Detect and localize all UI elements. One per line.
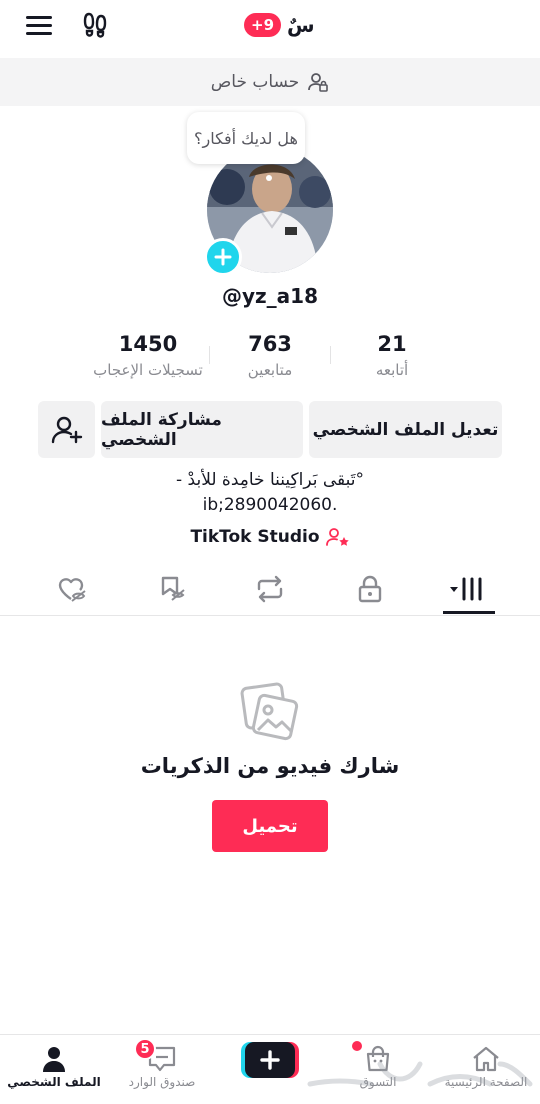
tab-reposts[interactable]: [230, 562, 310, 616]
create-button[interactable]: [241, 1042, 299, 1078]
add-avatar-button[interactable]: [204, 238, 242, 276]
user-lock-icon: [308, 73, 329, 92]
share-profile-button[interactable]: مشاركة الملف الشخصي: [101, 401, 303, 458]
bookmark-hidden-icon: [161, 576, 185, 601]
ideas-bubble[interactable]: هل لديك أفكار؟: [187, 112, 305, 164]
likes-label: تسجيلات الإعجاب: [93, 361, 203, 379]
tiktok-studio-link[interactable]: TikTok Studio: [0, 526, 540, 548]
stat-likes[interactable]: 1450 تسجيلات الإعجاب: [78, 330, 218, 382]
nav-home[interactable]: الصفحة الرئيسية: [432, 1035, 540, 1104]
page-title: سٌ: [287, 13, 315, 37]
edit-profile-button[interactable]: تعديل الملف الشخصي: [309, 401, 502, 458]
following-label: أتابعه: [375, 361, 409, 379]
notification-badge: +9: [244, 13, 282, 37]
profile-icon: [43, 1047, 65, 1072]
tab-favorites[interactable]: [132, 562, 212, 616]
followers-count: 763: [248, 332, 292, 356]
menu-icon[interactable]: [24, 12, 54, 38]
lock-icon: [358, 575, 382, 603]
footprints-icon[interactable]: [80, 10, 110, 40]
photos-icon: [240, 682, 299, 741]
stat-followers[interactable]: 763 متابعين: [200, 330, 340, 382]
repost-icon: [257, 575, 283, 603]
likes-count: 1450: [118, 332, 178, 356]
nav-inbox-label: صندوق الوارد: [128, 1075, 196, 1089]
creator-star-icon: [325, 528, 349, 546]
tab-liked[interactable]: [32, 562, 112, 616]
upload-button[interactable]: تحميل: [212, 800, 328, 852]
home-icon: [473, 1046, 499, 1072]
nav-profile-label: الملف الشخصي: [7, 1075, 101, 1089]
tab-private[interactable]: [330, 562, 410, 616]
add-friends-button[interactable]: [38, 401, 95, 458]
nav-profile[interactable]: الملف الشخصي: [0, 1035, 108, 1104]
grid-icon: [450, 577, 482, 601]
studio-label: TikTok Studio: [190, 527, 320, 547]
shop-notification-dot: [352, 1041, 362, 1051]
bubble-pointer: [266, 175, 272, 181]
nav-shop[interactable]: التسوق: [324, 1035, 432, 1104]
shop-icon: [366, 1045, 390, 1072]
nav-inbox[interactable]: صندوق الوارد: [108, 1035, 216, 1104]
tab-videos[interactable]: [428, 562, 508, 616]
heart-hidden-icon: [58, 578, 86, 602]
private-account-bar: حساب خاص: [0, 58, 540, 106]
private-account-label: حساب خاص: [210, 72, 300, 92]
plus-icon: [214, 248, 232, 266]
following-count: 21: [377, 332, 407, 356]
top-bar: +9 سٌ: [0, 0, 540, 58]
followers-label: متابعين: [247, 361, 293, 379]
content-tabs: [0, 562, 540, 616]
stat-following[interactable]: 21 أتابعه: [322, 330, 462, 382]
active-tab-indicator: [443, 611, 495, 614]
account-switcher[interactable]: +9 سٌ: [244, 10, 315, 40]
username: @yz_a18: [221, 284, 318, 308]
add-user-icon: [51, 416, 82, 443]
nav-home-label: الصفحة الرئيسية: [444, 1075, 528, 1089]
bio-line-1: - تَبقى بَراكِيننا خامِدة للأبدْ°: [176, 470, 364, 490]
bio-line-2: ib;2890042060.: [202, 495, 338, 515]
inbox-badge: 5: [134, 1038, 156, 1060]
empty-state-title: شارك فيديو من الذكريات: [140, 754, 400, 778]
nav-shop-label: التسوق: [359, 1075, 397, 1089]
